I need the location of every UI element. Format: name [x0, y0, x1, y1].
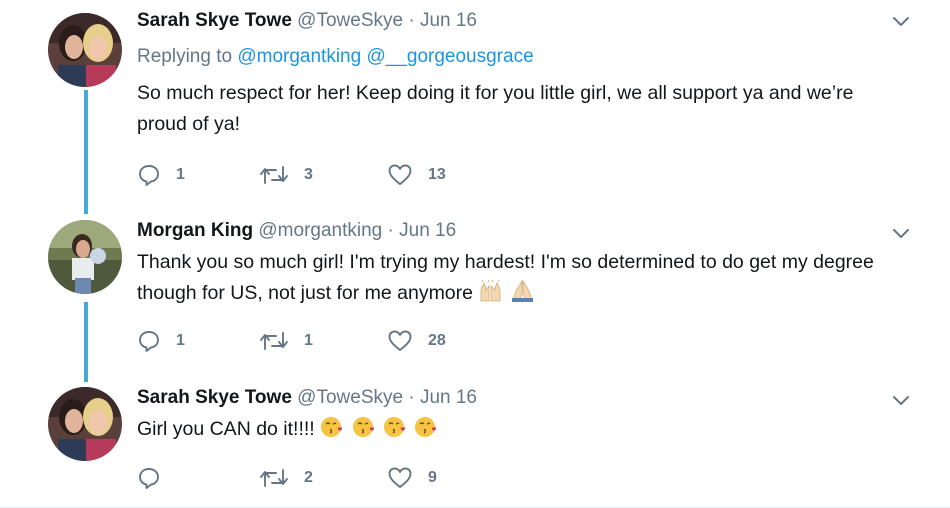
chevron-down-icon[interactable]: [890, 389, 912, 411]
retweet-button[interactable]: 2: [259, 464, 313, 492]
reply-button[interactable]: 1: [137, 327, 185, 355]
tweet-actions: 1 1 28: [137, 327, 537, 355]
replying-prefix: Replying to: [137, 46, 233, 67]
reply-count: 1: [176, 332, 185, 349]
retweet-button[interactable]: 1: [259, 327, 313, 355]
tweet-text-body: So much respect for her! Keep doing it f…: [137, 82, 854, 135]
tweet[interactable]: Morgan King @morgantking · Jun 16 Thank …: [0, 205, 950, 370]
reply-icon: [139, 165, 159, 186]
tweet-date[interactable]: Jun 16: [420, 10, 477, 31]
mention-link[interactable]: @morgantking: [237, 46, 361, 67]
tweet-text: Thank you so much girl! I'm trying my ha…: [137, 247, 907, 309]
retweet-count: 3: [304, 166, 313, 183]
like-button[interactable]: 9: [387, 464, 437, 492]
retweet-icon: [260, 166, 288, 184]
tweet-text: Girl you CAN do it!!!!: [137, 414, 890, 445]
chevron-down-icon[interactable]: [890, 10, 912, 32]
reply-count: 1: [176, 166, 185, 183]
separator: ·: [387, 220, 394, 241]
tweet-date[interactable]: Jun 16: [420, 387, 477, 408]
chevron-down-icon[interactable]: [890, 222, 912, 244]
retweet-button[interactable]: 3: [259, 161, 313, 189]
tweet-text-body: Girl you CAN do it!!!!: [137, 418, 315, 440]
kissing-face-emoji: [383, 417, 406, 437]
heart-icon: [388, 330, 412, 351]
tweet-text: So much respect for her! Keep doing it f…: [137, 78, 897, 140]
avatar[interactable]: [48, 13, 122, 87]
separator: ·: [408, 10, 415, 31]
separator: ·: [408, 387, 415, 408]
kissing-face-emoji: [352, 417, 374, 437]
like-count: 13: [428, 166, 446, 183]
reply-button[interactable]: [137, 464, 176, 492]
tweet-header: Morgan King @morgantking · Jun 16: [137, 219, 890, 243]
retweet-icon: [260, 332, 288, 350]
tweet-actions: 1 3 13: [137, 161, 537, 189]
reply-button[interactable]: 1: [137, 161, 185, 189]
like-count: 28: [428, 332, 446, 349]
tweet-actions: 2 9: [137, 464, 537, 492]
replying-to: Replying to @morgantking @__gorgeousgrac…: [137, 45, 890, 69]
tweet-header: Sarah Skye Towe @ToweSkye · Jun 16: [137, 386, 890, 410]
tweet-header: Sarah Skye Towe @ToweSkye · Jun 16: [137, 9, 890, 33]
like-button[interactable]: 13: [387, 161, 446, 189]
like-button[interactable]: 28: [387, 327, 446, 355]
user-name[interactable]: Morgan King: [137, 220, 253, 241]
tweet-date[interactable]: Jun 16: [399, 220, 456, 241]
heart-icon: [388, 164, 412, 185]
tweet-thread: Sarah Skye Towe @ToweSkye · Jun 16 Reply…: [0, 0, 950, 508]
retweet-count: 2: [304, 469, 313, 486]
retweet-icon: [260, 469, 288, 487]
folded-hands-emoji: [511, 279, 533, 302]
tweet[interactable]: Sarah Skye Towe @ToweSkye · Jun 16 Reply…: [0, 0, 950, 200]
user-name[interactable]: Sarah Skye Towe: [137, 10, 292, 31]
kissing-face-emoji: [415, 417, 437, 437]
tweet[interactable]: Sarah Skye Towe @ToweSkye · Jun 16 Girl …: [0, 375, 950, 508]
user-handle[interactable]: @morgantking: [258, 220, 382, 241]
user-handle[interactable]: @ToweSkye: [297, 387, 403, 408]
reply-icon: [139, 468, 159, 489]
avatar[interactable]: [48, 387, 122, 461]
raising-hands-emoji: [481, 279, 501, 302]
tweet-text-body: Thank you so much girl! I'm trying my ha…: [137, 251, 874, 304]
reply-icon: [139, 331, 159, 352]
avatar[interactable]: [48, 220, 122, 294]
user-handle[interactable]: @ToweSkye: [297, 10, 403, 31]
kissing-face-emoji: [321, 417, 343, 437]
like-count: 9: [428, 469, 437, 486]
mention-link[interactable]: @__gorgeousgrace: [366, 46, 533, 67]
heart-icon: [388, 467, 412, 488]
retweet-count: 1: [304, 332, 313, 349]
user-name[interactable]: Sarah Skye Towe: [137, 387, 292, 408]
